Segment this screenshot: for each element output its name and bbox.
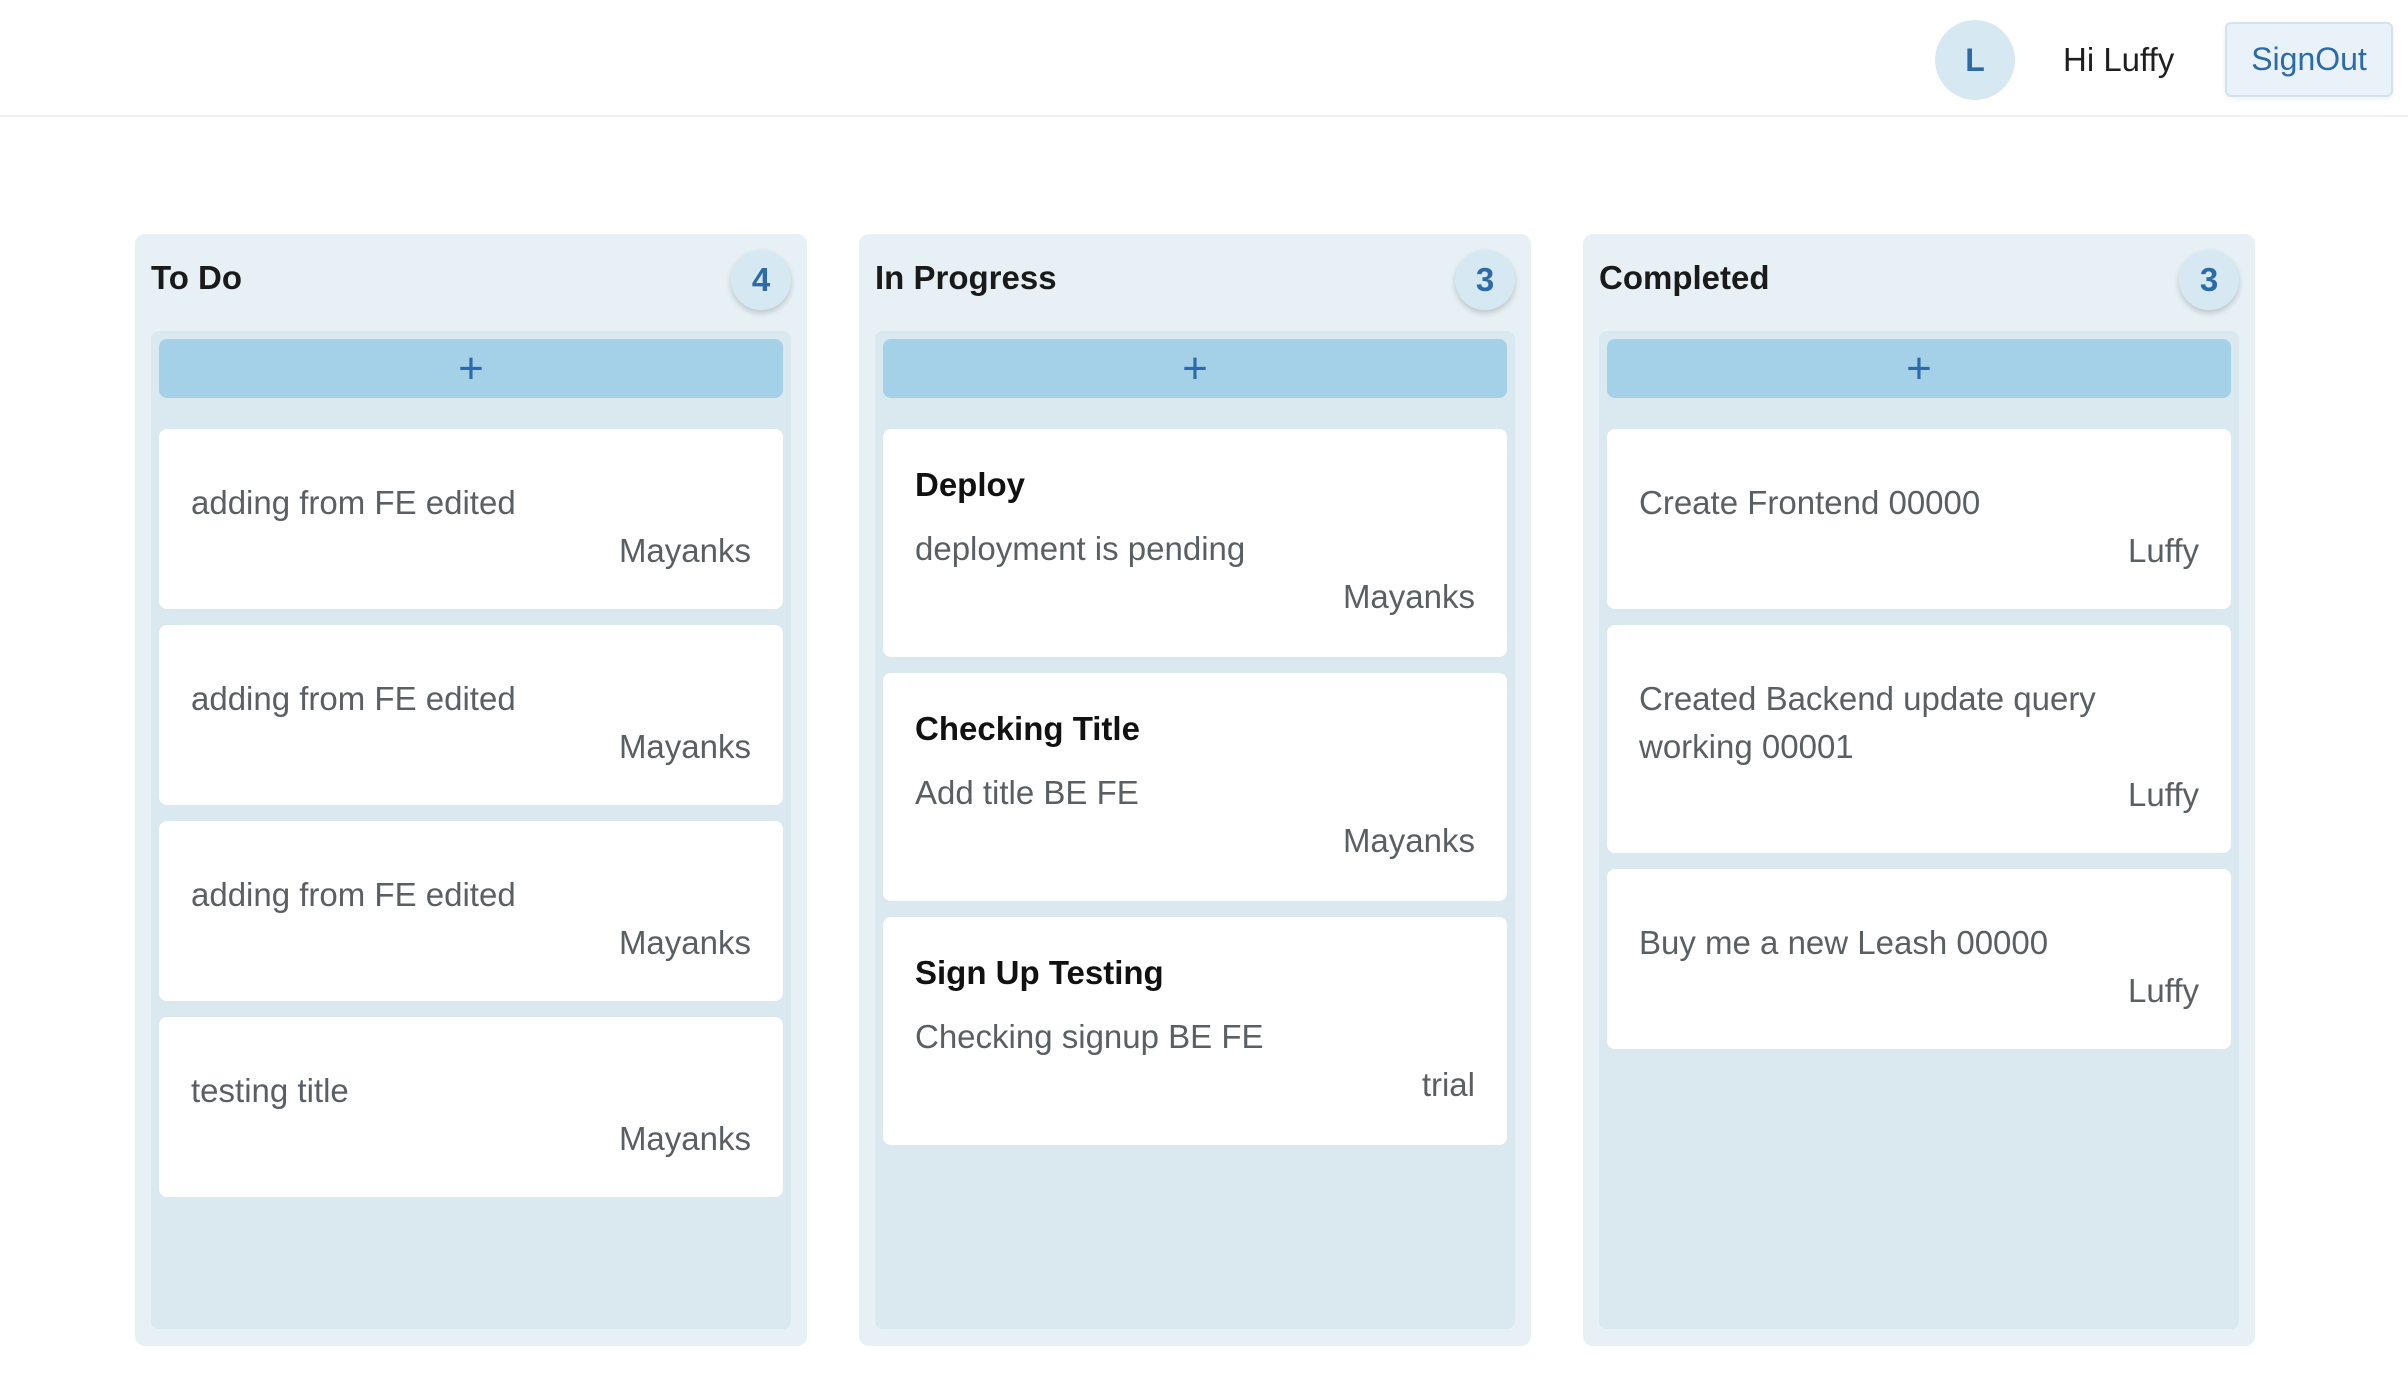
avatar[interactable]: L — [1935, 20, 2015, 100]
column-body: + Deploy deployment is pending Mayanks C… — [875, 331, 1515, 1329]
card-description: testing title — [191, 1072, 349, 1109]
card-title: Checking Title — [915, 710, 1140, 747]
task-card[interactable]: testing title Mayanks — [159, 1017, 783, 1197]
card-owner: Luffy — [2128, 532, 2199, 569]
card-owner: Luffy — [2128, 972, 2199, 1009]
card-description: Buy me a new Leash 00000 — [1639, 924, 2049, 961]
card-owner: Mayanks — [618, 728, 751, 765]
column-title: In Progress — [875, 259, 1057, 296]
add-card-button[interactable]: + — [883, 339, 1507, 398]
card-description: Created Backend update query working 000… — [1639, 680, 2096, 765]
column-in-progress: In Progress 3 + Deploy deployment is pen… — [859, 234, 1531, 1346]
card-title: Sign Up Testing — [915, 954, 1164, 991]
card-owner: trial — [1421, 1066, 1475, 1103]
card-description: Create Frontend 00000 — [1639, 484, 1981, 521]
top-header: L Hi Luffy SignOut — [0, 0, 2408, 117]
column-title: To Do — [151, 259, 243, 296]
task-card[interactable]: adding from FE edited Mayanks — [159, 821, 783, 1001]
card-owner: Mayanks — [618, 532, 751, 569]
card-owner: Luffy — [2128, 776, 2199, 813]
column-count-badge: 4 — [731, 250, 791, 310]
card-owner: Mayanks — [618, 924, 751, 961]
column-count-badge: 3 — [2179, 250, 2239, 310]
task-card[interactable]: Checking Title Add title BE FE Mayanks — [883, 673, 1507, 901]
column-count-badge: 3 — [1455, 250, 1515, 310]
card-description: deployment is pending — [915, 530, 1246, 567]
card-description: adding from FE edited — [191, 484, 516, 521]
task-card[interactable]: adding from FE edited Mayanks — [159, 429, 783, 609]
signout-button[interactable]: SignOut — [2225, 22, 2393, 97]
column-completed: Completed 3 + Create Frontend 00000 Luff… — [1583, 234, 2255, 1346]
task-card[interactable]: adding from FE edited Mayanks — [159, 625, 783, 805]
add-card-button[interactable]: + — [1607, 339, 2231, 398]
card-owner: Mayanks — [1342, 578, 1475, 615]
column-todo: To Do 4 + adding from FE edited Mayanks … — [135, 234, 807, 1346]
task-card[interactable]: Sign Up Testing Checking signup BE FE tr… — [883, 917, 1507, 1145]
task-card[interactable]: Create Frontend 00000 Luffy — [1607, 429, 2231, 609]
column-body: + adding from FE edited Mayanks adding f… — [151, 331, 791, 1329]
card-title: Deploy — [915, 466, 1026, 503]
add-card-button[interactable]: + — [159, 339, 783, 398]
card-description: Add title BE FE — [915, 774, 1139, 811]
task-card[interactable]: Created Backend update query working 000… — [1607, 625, 2231, 853]
card-owner: Mayanks — [618, 1120, 751, 1157]
card-description: Checking signup BE FE — [915, 1018, 1264, 1055]
column-title: Completed — [1599, 259, 1770, 296]
greeting-text: Hi Luffy — [2063, 41, 2175, 78]
card-owner: Mayanks — [1342, 822, 1475, 859]
card-description: adding from FE edited — [191, 680, 516, 717]
task-card[interactable]: Buy me a new Leash 00000 Luffy — [1607, 869, 2231, 1049]
task-card[interactable]: Deploy deployment is pending Mayanks — [883, 429, 1507, 657]
card-description: adding from FE edited — [191, 876, 516, 913]
column-body: + Create Frontend 00000 Luffy Created Ba… — [1599, 331, 2239, 1329]
